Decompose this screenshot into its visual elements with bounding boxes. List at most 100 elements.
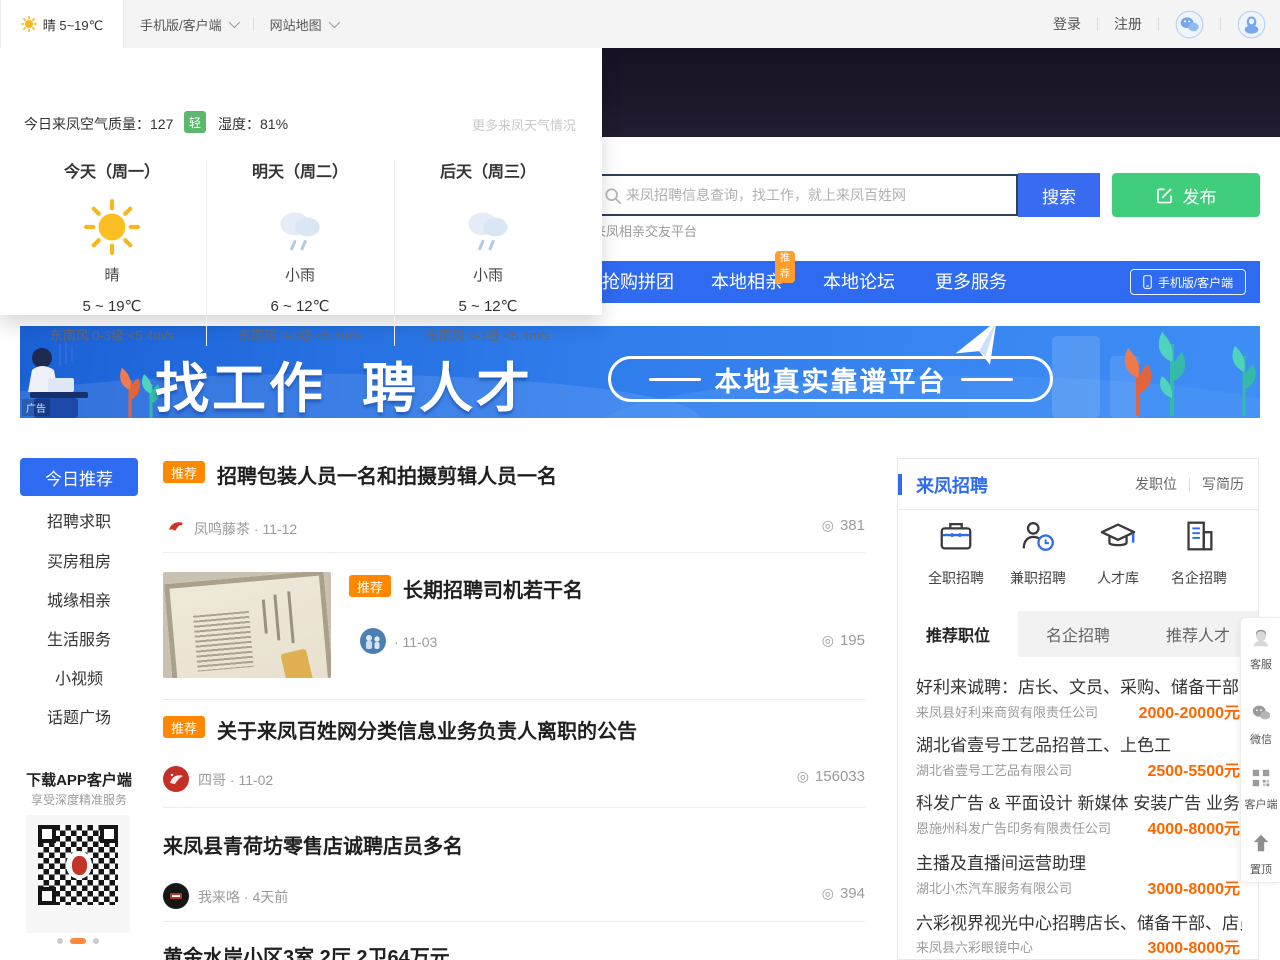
carousel-dot-active[interactable]	[70, 938, 86, 944]
phone-icon	[1143, 275, 1152, 289]
job-title[interactable]: 湖北省壹号工艺品招普工、上色工	[916, 731, 1242, 756]
weather-panel: 今日来凤空气质量：127 轻 湿度：81% 更多来凤天气情况 今天（周一） 晴 …	[0, 48, 602, 315]
tab-recommended-jobs[interactable]: 推荐职位	[898, 611, 1018, 657]
app-qr-code	[26, 815, 130, 933]
post-job-link[interactable]: 发职位	[1135, 474, 1177, 494]
jobs-card: 来凤招聘 发职位 写简历 全职招聘 兼职招聘 人才库 名企招聘 推荐职位 名企招…	[897, 458, 1259, 960]
aqi-text: 今日来凤空气质量：127	[24, 114, 173, 134]
chevron-down-icon	[228, 17, 239, 28]
job-salary: 3000-8000元	[1147, 875, 1240, 899]
sidebar-item-housing[interactable]: 买房租房	[20, 548, 138, 572]
topbar-menu-mobile[interactable]: 手机版/客户端	[140, 15, 237, 34]
job-company[interactable]: 来凤县六彩眼镜中心	[916, 937, 1033, 956]
post-meta[interactable]: · 11-03	[394, 634, 437, 650]
job-title[interactable]: 六彩视界视光中心招聘店长、储备干部、店员	[916, 909, 1242, 934]
avatar[interactable]	[163, 883, 189, 909]
carousel-dot[interactable]	[57, 938, 63, 944]
more-weather-link[interactable]: 更多来凤天气情况	[472, 115, 576, 134]
qq-icon[interactable]	[1237, 10, 1266, 39]
post-title[interactable]: 黄金水岸小区3室 2厅 2卫64万元	[163, 941, 450, 960]
publish-button[interactable]: 发布	[1112, 173, 1260, 217]
app-client-button[interactable]: 客户端	[1241, 767, 1280, 812]
chevron-down-icon	[328, 17, 339, 28]
category-fulltime[interactable]: 全职招聘	[911, 517, 1001, 588]
sidebar-item-today[interactable]: 今日推荐	[20, 458, 138, 496]
qr-finder	[38, 887, 56, 905]
avatar[interactable]	[360, 628, 386, 654]
customer-service-button[interactable]: 客服	[1241, 627, 1280, 672]
sidebar-item-dating[interactable]: 城缘相亲	[20, 587, 138, 611]
post-meta[interactable]: 四哥 · 11-02	[198, 770, 273, 790]
job-title[interactable]: 主播及直播间运营助理	[916, 849, 1242, 874]
humidity-text: 湿度：81%	[218, 114, 288, 134]
ad-label: 广告	[22, 399, 50, 416]
job-company[interactable]: 恩施州科发广告印务有限责任公司	[916, 818, 1111, 837]
job-salary: 2500-5500元	[1147, 757, 1240, 781]
post-meta[interactable]: 凤鸣藤茶 · 11-12	[194, 519, 297, 539]
banner-headline: 找工作 聘人才	[155, 344, 533, 418]
post-views: ◎ 195	[822, 632, 865, 649]
arrow-up-icon	[1250, 832, 1272, 854]
topbar-menu-sitemap[interactable]: 网站地图	[270, 15, 337, 34]
carousel-dot[interactable]	[93, 938, 99, 944]
jobs-tabs: 推荐职位 名企招聘 推荐人才	[898, 611, 1258, 657]
sidebar-item-topics[interactable]: 话题广场	[20, 704, 138, 728]
briefcase-icon	[937, 517, 975, 555]
nav-item-groupbuy[interactable]: 抢购拼团	[602, 261, 674, 303]
search-input[interactable]	[626, 176, 1014, 214]
post-thumbnail[interactable]	[163, 572, 331, 678]
nav-item-forum[interactable]: 本地论坛	[823, 261, 895, 303]
post-title[interactable]: 长期招聘司机若干名	[403, 574, 583, 603]
job-salary: 3000-8000元	[1147, 934, 1240, 958]
part-time-icon	[1019, 517, 1057, 555]
recommend-badge: 推荐	[349, 575, 391, 597]
topbar-weather-tab[interactable]: 晴 5~19℃	[0, 0, 124, 48]
page: 晴 5~19℃ 手机版/客户端 网站地图 登录 注册 搜索	[0, 0, 1280, 960]
register-link[interactable]: 注册	[1114, 14, 1142, 34]
sidebar-item-videos[interactable]: 小视频	[20, 665, 138, 689]
post-title[interactable]: 关于来凤百姓网分类信息业务负责人离职的公告	[217, 715, 637, 744]
sidebar-item-jobs[interactable]: 招聘求职	[20, 508, 138, 532]
company-icon	[1180, 517, 1218, 555]
qr-finder	[38, 825, 56, 843]
tab-company-jobs[interactable]: 名企招聘	[1018, 611, 1138, 657]
wechat-icon[interactable]	[1175, 10, 1204, 39]
category-companies[interactable]: 名企招聘	[1154, 517, 1244, 588]
job-company[interactable]: 湖北小杰汽车服务有限公司	[916, 878, 1072, 897]
login-link[interactable]: 登录	[1053, 14, 1081, 34]
topbar: 晴 5~19℃ 手机版/客户端 网站地图 登录 注册	[0, 0, 1280, 48]
search-button[interactable]: 搜索	[1018, 173, 1100, 217]
job-title[interactable]: 好利来诚聘：店长、文员、采购、储备干部	[916, 673, 1242, 698]
job-company[interactable]: 湖北省壹号工艺品有限公司	[916, 760, 1072, 779]
category-parttime[interactable]: 兼职招聘	[993, 517, 1083, 588]
wechat-contact-button[interactable]: 微信	[1241, 702, 1280, 747]
divider	[163, 699, 865, 700]
avatar[interactable]	[165, 516, 187, 538]
avatar[interactable]	[163, 766, 189, 792]
qr-code-icon	[1250, 767, 1272, 789]
sidebar-carousel-dots	[26, 938, 130, 944]
aqi-level-badge: 轻	[184, 111, 206, 133]
search-icon	[604, 187, 622, 205]
nav-item-dating[interactable]: 本地相亲 推荐	[711, 261, 783, 303]
nav-item-more[interactable]: 更多服务	[935, 261, 1007, 303]
category-talent-pool[interactable]: 人才库	[1073, 517, 1163, 588]
back-to-top-button[interactable]: 置顶	[1241, 832, 1280, 877]
hot-search-text[interactable]: 来凤相亲交友平台	[593, 221, 697, 240]
job-company[interactable]: 来凤县好利来商贸有限责任公司	[916, 702, 1098, 721]
post-meta[interactable]: 我来咯 · 4天前	[198, 887, 288, 907]
write-resume-link[interactable]: 写简历	[1202, 474, 1244, 494]
views-icon: ◎	[822, 885, 834, 902]
nav-app-button[interactable]: 手机版/客户端	[1130, 269, 1246, 295]
post-title[interactable]: 招聘包装人员一名和拍摄剪辑人员一名	[217, 460, 557, 489]
divider	[1097, 17, 1098, 31]
sidebar-item-services[interactable]: 生活服务	[20, 626, 138, 650]
rain-icon	[394, 194, 582, 260]
post-title[interactable]: 来凤县青荷坊零售店诚聘店员多名	[163, 830, 463, 859]
post-views: ◎ 156033	[797, 768, 865, 785]
customer-service-icon	[1250, 627, 1272, 649]
weather-day-today: 今天（周一） 晴 5 ~ 19℃ 东南风 0-3级 <5.4m/s	[18, 158, 206, 344]
job-title[interactable]: 科发广告 & 平面设计 新媒体 安装广告 业务...	[916, 789, 1242, 814]
views-icon: ◎	[797, 768, 809, 785]
app-download-title: 下载APP客户端	[10, 769, 148, 790]
